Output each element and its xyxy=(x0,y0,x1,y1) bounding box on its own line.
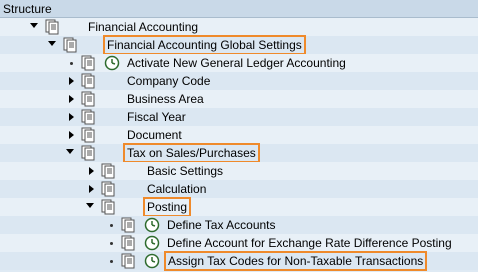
tree-node-business-area[interactable]: Business Area xyxy=(0,90,478,108)
tree-node-fiscal-year[interactable]: Fiscal Year xyxy=(0,108,478,126)
collapsed-arrow-icon[interactable] xyxy=(69,95,74,103)
tree-node-company-code[interactable]: Company Code xyxy=(0,72,478,90)
expand-arrow-icon[interactable] xyxy=(66,149,74,154)
document-folder-icon[interactable] xyxy=(120,217,136,233)
tree-label-highlighted: Financial Accounting Global Settings xyxy=(103,35,306,55)
tree-node-define-exchange-rate-account[interactable]: Define Account for Exchange Rate Differe… xyxy=(0,234,478,252)
tree-label-highlighted: Assign Tax Codes for Non-Taxable Transac… xyxy=(163,251,428,271)
collapsed-arrow-icon[interactable] xyxy=(89,185,94,193)
tree-label: Basic Settings xyxy=(147,164,224,178)
document-folder-icon xyxy=(63,37,77,53)
tree-label: Define Tax Accounts xyxy=(167,218,276,232)
collapsed-arrow-icon[interactable] xyxy=(69,77,74,85)
document-folder-icon[interactable] xyxy=(120,253,136,269)
document-folder-icon xyxy=(81,91,95,107)
document-folder-icon[interactable] xyxy=(120,235,136,251)
document-folder-icon xyxy=(101,199,115,215)
collapsed-arrow-icon[interactable] xyxy=(69,131,74,139)
execute-clock-icon[interactable] xyxy=(144,253,160,269)
tree-node-financial-accounting[interactable]: Financial Accounting xyxy=(0,18,478,36)
tree-label: Define Account for Exchange Rate Differe… xyxy=(167,236,452,250)
tree-label-highlighted: Tax on Sales/Purchases xyxy=(123,143,260,163)
tree-label: Business Area xyxy=(127,92,204,106)
document-folder-icon xyxy=(81,73,95,89)
expand-arrow-icon[interactable] xyxy=(48,41,56,46)
document-folder-icon[interactable] xyxy=(80,55,96,71)
collapsed-arrow-icon[interactable] xyxy=(89,167,94,175)
execute-clock-icon[interactable] xyxy=(104,55,120,71)
tree-label: Financial Accounting xyxy=(88,20,199,34)
tree-label: Calculation xyxy=(147,182,207,196)
tree-node-assign-tax-codes[interactable]: Assign Tax Codes for Non-Taxable Transac… xyxy=(0,251,478,271)
expand-arrow-icon[interactable] xyxy=(86,203,94,208)
tree-label: Document xyxy=(127,128,182,142)
document-folder-icon xyxy=(81,109,95,125)
tree-label: Company Code xyxy=(127,74,211,88)
document-folder-icon xyxy=(81,127,95,143)
tree-label: Activate New General Ledger Accounting xyxy=(127,56,346,70)
tree-node-posting[interactable]: Posting xyxy=(0,197,478,217)
structure-title: Structure xyxy=(3,2,52,16)
document-folder-icon xyxy=(101,163,115,179)
tree-node-define-tax-accounts[interactable]: Define Tax Accounts xyxy=(0,216,478,234)
tree-label-highlighted: Posting xyxy=(142,197,192,217)
collapsed-arrow-icon[interactable] xyxy=(69,113,74,121)
expand-arrow-icon[interactable] xyxy=(30,23,38,28)
execute-clock-icon[interactable] xyxy=(144,217,160,233)
document-folder-icon xyxy=(101,181,115,197)
document-folder-icon xyxy=(45,19,59,35)
tree-node-basic-settings[interactable]: Basic Settings xyxy=(0,162,478,180)
leaf-bullet-icon xyxy=(70,62,73,65)
structure-header: Structure xyxy=(0,0,478,18)
leaf-bullet-icon xyxy=(110,242,113,245)
tree-node-calculation[interactable]: Calculation xyxy=(0,180,478,198)
document-folder-icon xyxy=(81,145,95,161)
leaf-bullet-icon xyxy=(110,260,113,263)
leaf-bullet-icon xyxy=(110,224,113,227)
tree-node-fa-global-settings[interactable]: Financial Accounting Global Settings xyxy=(0,35,478,55)
tree-label: Fiscal Year xyxy=(127,110,186,124)
tree-node-tax-sales-purchases[interactable]: Tax on Sales/Purchases xyxy=(0,143,478,163)
execute-clock-icon[interactable] xyxy=(144,235,160,251)
tree-node-activate-new-gl[interactable]: Activate New General Ledger Accounting xyxy=(0,54,478,72)
tree-node-document[interactable]: Document xyxy=(0,126,478,144)
